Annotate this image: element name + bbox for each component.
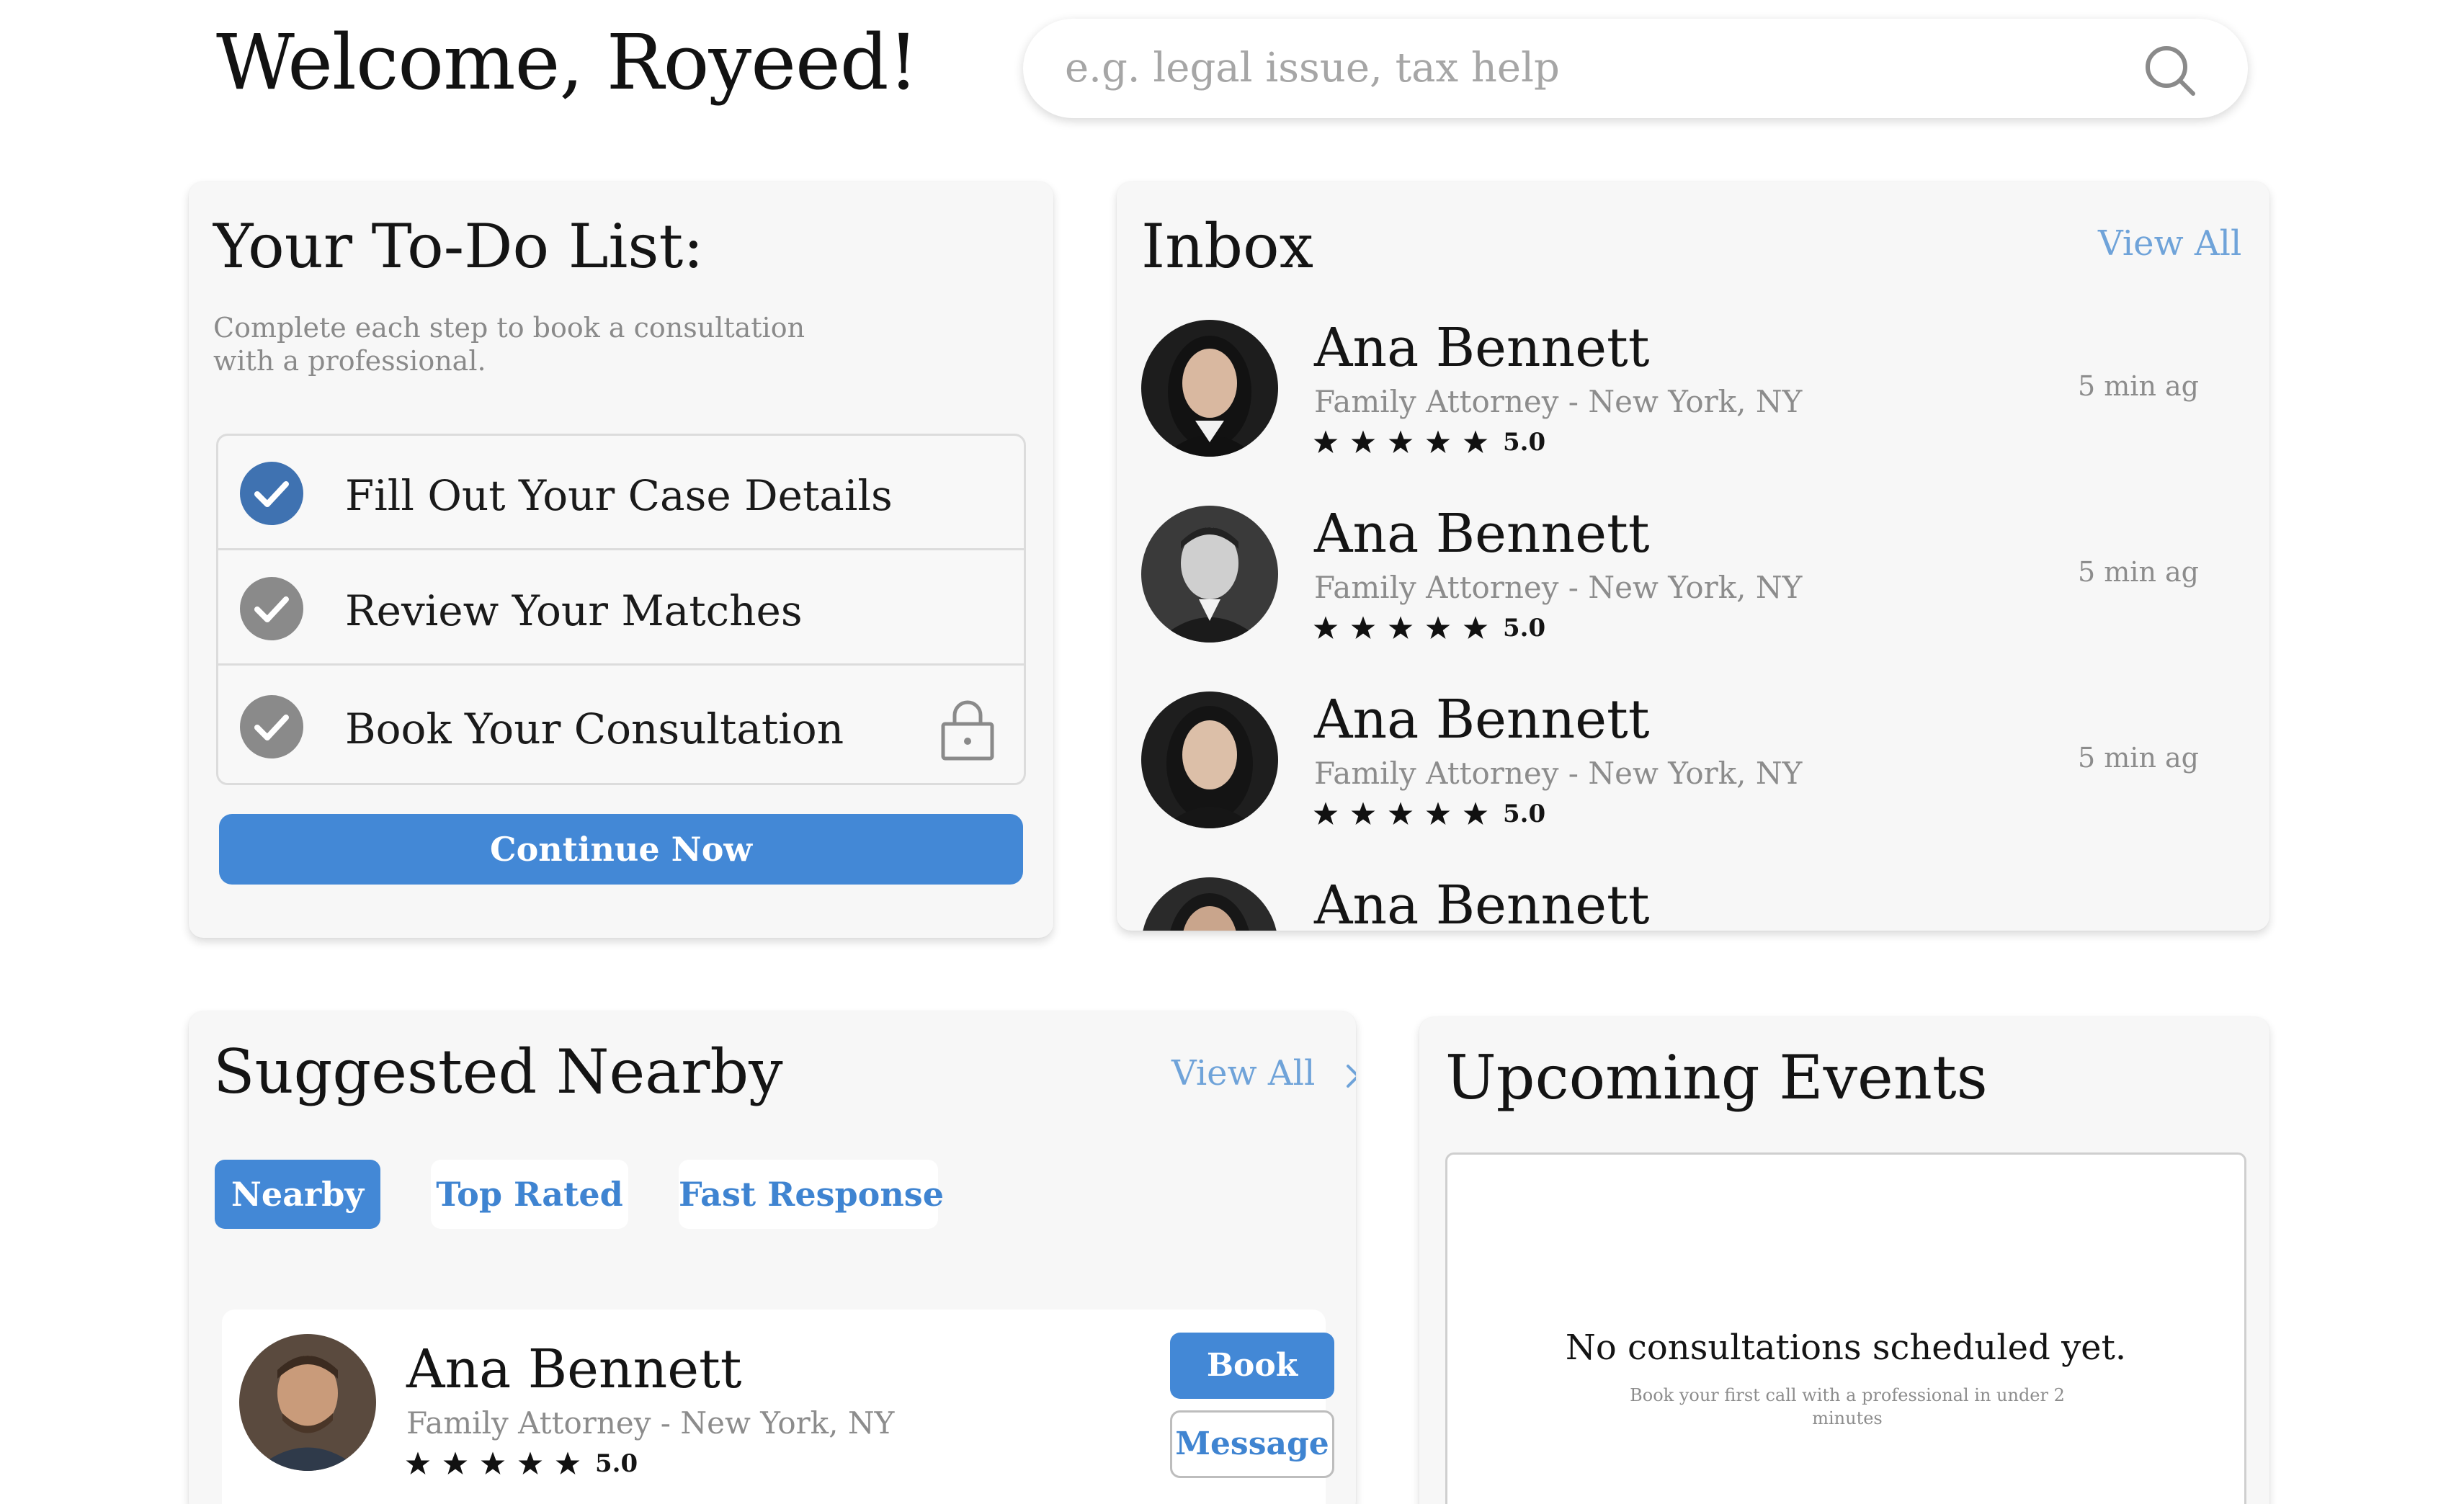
lock-icon bbox=[941, 700, 994, 761]
avatar bbox=[1141, 691, 1278, 828]
todo-card: Your To-Do List: Complete each step to b… bbox=[189, 182, 1053, 938]
suggested-view-all-link[interactable]: View All bbox=[1171, 1052, 1356, 1095]
star-icon bbox=[1351, 802, 1375, 825]
star-rating: 5.0 bbox=[405, 1449, 638, 1478]
message-button[interactable]: Message bbox=[1170, 1410, 1334, 1478]
todo-title: Your To-Do List: bbox=[213, 211, 704, 282]
search-input[interactable] bbox=[1065, 40, 2146, 95]
search-bar[interactable] bbox=[1023, 19, 2248, 118]
star-icon bbox=[1388, 616, 1413, 639]
todo-item-case-details[interactable]: Fill Out Your Case Details bbox=[218, 436, 1024, 552]
todo-list: Fill Out Your Case Details Review Your M… bbox=[216, 434, 1026, 785]
star-rating: 5.0 bbox=[1313, 800, 1545, 828]
todo-item-book-consultation[interactable]: Book Your Consultation bbox=[218, 669, 1024, 786]
star-icon bbox=[1313, 802, 1338, 825]
avatar bbox=[239, 1334, 376, 1471]
message-time: 5 min ag bbox=[2078, 742, 2199, 774]
rating-score: 5.0 bbox=[1503, 800, 1546, 828]
message-time: 5 min ag bbox=[2078, 370, 2199, 402]
message-time: 5 min ag bbox=[2078, 556, 2199, 588]
continue-now-button[interactable]: Continue Now bbox=[219, 814, 1023, 885]
star-icon bbox=[1463, 802, 1488, 825]
inbox-title: Inbox bbox=[1141, 211, 1313, 282]
star-icon bbox=[1313, 616, 1338, 639]
tab-top-rated[interactable]: Top Rated bbox=[431, 1160, 628, 1229]
star-icon bbox=[443, 1451, 468, 1474]
inbox-message[interactable]: Ana Bennett Family Attorney - New York, … bbox=[1141, 689, 2251, 857]
professional-card[interactable]: Ana Bennett Family Attorney - New York, … bbox=[222, 1310, 1334, 1504]
tab-nearby[interactable]: Nearby bbox=[215, 1160, 380, 1229]
events-empty-title: No consultations scheduled yet. bbox=[1565, 1328, 2127, 1368]
view-all-label: View All bbox=[1171, 1053, 1316, 1093]
suggested-nearby-card: Suggested Nearby View All Nearby Top Rat… bbox=[189, 1011, 1356, 1504]
welcome-heading: Welcome, Royeed! bbox=[216, 18, 919, 107]
star-icon bbox=[1351, 430, 1375, 453]
sender-role: Family Attorney - New York, NY bbox=[1314, 384, 1803, 419]
events-title: Upcoming Events bbox=[1445, 1042, 1988, 1113]
todo-item-label: Fill Out Your Case Details bbox=[345, 471, 893, 520]
inbox-message[interactable]: Ana Bennett Family Attorney - New York, … bbox=[1141, 503, 2251, 671]
star-icon bbox=[1426, 802, 1450, 825]
rating-score: 5.0 bbox=[1503, 614, 1546, 643]
sender-name: Ana Bennett bbox=[1314, 689, 1650, 751]
events-empty-state: No consultations scheduled yet. Book you… bbox=[1445, 1152, 2246, 1504]
sender-role: Family Attorney - New York, NY bbox=[1314, 570, 1803, 605]
star-icon bbox=[1388, 802, 1413, 825]
divider bbox=[218, 548, 1024, 550]
inbox-message[interactable]: Ana Bennett Family Attorney - New York, … bbox=[1141, 317, 2251, 485]
avatar bbox=[1141, 877, 1278, 931]
star-icon bbox=[481, 1451, 505, 1474]
sender-role: Family Attorney - New York, NY bbox=[1314, 756, 1803, 791]
inbox-message[interactable]: Ana Bennett bbox=[1141, 874, 2251, 931]
chevron-right-icon bbox=[1346, 1064, 1356, 1088]
check-circle-icon bbox=[240, 462, 303, 525]
sender-name: Ana Bennett bbox=[1314, 503, 1650, 565]
avatar bbox=[1141, 320, 1278, 457]
star-icon bbox=[1426, 616, 1450, 639]
todo-item-review-matches[interactable]: Review Your Matches bbox=[218, 551, 1024, 668]
book-button[interactable]: Book bbox=[1170, 1333, 1334, 1399]
star-rating: 5.0 bbox=[1313, 428, 1545, 457]
star-icon bbox=[1388, 430, 1413, 453]
star-icon bbox=[1351, 616, 1375, 639]
professional-role: Family Attorney - New York, NY bbox=[406, 1405, 895, 1441]
professional-name: Ana Bennett bbox=[406, 1338, 742, 1400]
todo-item-label: Review Your Matches bbox=[345, 586, 803, 635]
sender-name: Ana Bennett bbox=[1314, 874, 1650, 931]
sender-name: Ana Bennett bbox=[1314, 317, 1650, 379]
tab-fast-response[interactable]: Fast Response bbox=[679, 1160, 944, 1229]
avatar bbox=[1141, 506, 1278, 643]
check-circle-icon bbox=[240, 695, 303, 758]
star-icon bbox=[1463, 430, 1488, 453]
star-icon bbox=[555, 1451, 580, 1474]
inbox-card: Inbox View All Ana Bennett Family Attorn… bbox=[1117, 182, 2269, 931]
suggested-title: Suggested Nearby bbox=[213, 1037, 783, 1107]
star-icon bbox=[1463, 616, 1488, 639]
rating-score: 5.0 bbox=[1503, 428, 1546, 457]
star-rating: 5.0 bbox=[1313, 614, 1545, 643]
inbox-view-all-link[interactable]: View All bbox=[2098, 222, 2241, 265]
upcoming-events-card: Upcoming Events No consultations schedul… bbox=[1419, 1017, 2269, 1504]
events-empty-subtitle: Book your first call with a professional… bbox=[1630, 1385, 2065, 1428]
search-icon[interactable] bbox=[2143, 43, 2197, 98]
todo-description: Complete each step to book a consultatio… bbox=[213, 312, 805, 377]
rating-score: 5.0 bbox=[595, 1449, 638, 1478]
star-icon bbox=[1313, 430, 1338, 453]
star-icon bbox=[406, 1451, 430, 1474]
check-circle-icon bbox=[240, 577, 303, 640]
star-icon bbox=[518, 1451, 543, 1474]
todo-item-label: Book Your Consultation bbox=[345, 704, 844, 753]
star-icon bbox=[1426, 430, 1450, 453]
divider bbox=[218, 663, 1024, 666]
